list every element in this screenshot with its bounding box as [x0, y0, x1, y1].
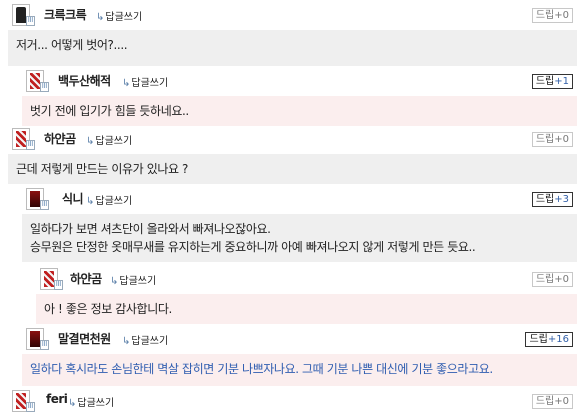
- comment: lll 하얀곰 ↳답글쓰기 드립+0 아 ! 좋은 정보 감사합니다.: [0, 264, 577, 324]
- comment-body: 벗기 전에 입기가 힘들 듯하네요..: [22, 96, 577, 126]
- reply-arrow-icon: ↳: [110, 276, 119, 287]
- comment: lll 식니 ↳답글쓰기 드립+3 일하다가 보면 셔츠단이 올라와서 빠져나오…: [0, 184, 577, 264]
- comment-body: 근데 저렇게 만드는 이유가 있나요 ?: [8, 154, 577, 184]
- comment: lll 하얀곰 ↳답글쓰기 드립+0 근데 저렇게 만드는 이유가 있나요 ?: [0, 124, 577, 184]
- reply-arrow-icon: ↳: [96, 12, 105, 23]
- comment-header: lll 하얀곰 ↳답글쓰기 드립+0: [0, 124, 577, 154]
- drip-badge[interactable]: 드립+0: [531, 132, 573, 147]
- comment-header: lll 말결면천원 ↳답글쓰기 드립+16: [0, 324, 577, 354]
- reply-button[interactable]: ↳답글쓰기: [122, 74, 168, 89]
- comment-text: 일하다가 보면 셔츠단이 올라와서 빠져나오잖아요.: [30, 222, 271, 236]
- comment-author[interactable]: 하얀곰: [70, 270, 102, 287]
- reply-arrow-icon: ↳: [86, 136, 95, 147]
- comment-author[interactable]: 말결면천원: [58, 330, 111, 347]
- comment-text: 근데 저렇게 만드는 이유가 있나요 ?: [16, 162, 189, 176]
- comment-body: 일하다 혹시라도 손님한테 멱살 잡히면 기분 나쁘자나요. 그때 기분 나쁜 …: [22, 354, 577, 386]
- reply-button[interactable]: ↳답글쓰기: [86, 132, 132, 147]
- comment-header: lll 크륵크륵 ↳답글쓰기 드립+0: [0, 0, 577, 30]
- comment-header: lll 식니 ↳답글쓰기 드립+3: [0, 184, 577, 214]
- comment-author[interactable]: 하얀곰: [44, 130, 76, 147]
- drip-badge[interactable]: 드립+3: [531, 192, 573, 207]
- comment: lll feri ↳답글쓰기 드립+0: [0, 386, 577, 419]
- comment-text: 저거... 어떻게 벗어?....: [16, 38, 128, 52]
- comment: lll 말결면천원 ↳답글쓰기 드립+16 일하다 혹시라도 손님한테 멱살 잡…: [0, 324, 577, 386]
- level-icon: lll: [26, 16, 35, 26]
- level-icon: lll: [40, 340, 49, 350]
- comment-body: 일하다가 보면 셔츠단이 올라와서 빠져나오잖아요. 승무원은 단정한 옷매무새…: [22, 214, 577, 262]
- comment-author[interactable]: 백두산해적: [58, 72, 111, 89]
- comment-header: lll feri ↳답글쓰기 드립+0: [0, 386, 577, 416]
- comment-text: 아 ! 좋은 정보 감사합니다.: [44, 302, 172, 316]
- level-icon: lll: [40, 82, 49, 92]
- level-icon: lll: [54, 280, 63, 290]
- reply-arrow-icon: ↳: [122, 336, 131, 347]
- drip-badge[interactable]: 드립+0: [531, 8, 573, 23]
- comment-author[interactable]: 식니: [62, 190, 84, 207]
- level-icon: lll: [26, 402, 35, 412]
- drip-badge[interactable]: 드립+16: [525, 332, 573, 347]
- comment-header: lll 하얀곰 ↳답글쓰기 드립+0: [0, 264, 577, 294]
- comment-author[interactable]: 크륵크륵: [44, 6, 87, 23]
- comment: lll 백두산해적 ↳답글쓰기 드립+1 벗기 전에 입기가 힘들 듯하네요..: [0, 66, 577, 126]
- drip-badge[interactable]: 드립+0: [531, 394, 573, 409]
- reply-button[interactable]: ↳답글쓰기: [122, 332, 168, 347]
- reply-button[interactable]: ↳답글쓰기: [68, 394, 114, 409]
- comment: lll 크륵크륵 ↳답글쓰기 드립+0 저거... 어떻게 벗어?....: [0, 0, 577, 66]
- reply-arrow-icon: ↳: [86, 196, 95, 207]
- reply-button[interactable]: ↳답글쓰기: [96, 8, 142, 23]
- comment-header: lll 백두산해적 ↳답글쓰기 드립+1: [0, 66, 577, 96]
- drip-badge[interactable]: 드립+1: [531, 74, 573, 89]
- comment-body: 아 ! 좋은 정보 감사합니다.: [36, 294, 577, 324]
- comment-text: 일하다 혹시라도 손님한테 멱살 잡히면 기분 나쁘자나요. 그때 기분 나쁜 …: [30, 362, 493, 376]
- reply-arrow-icon: ↳: [68, 398, 77, 409]
- reply-arrow-icon: ↳: [122, 78, 131, 89]
- reply-button[interactable]: ↳답글쓰기: [110, 272, 156, 287]
- comment-body: 저거... 어떻게 벗어?....: [8, 30, 577, 66]
- comment-text: 승무원은 단정한 옷매무새를 유지하는게 중요하니까 아예 빠져나오지 않게 저…: [30, 240, 476, 254]
- comment-author[interactable]: feri: [46, 392, 68, 406]
- comment-text: 벗기 전에 입기가 힘들 듯하네요..: [30, 104, 189, 118]
- drip-badge[interactable]: 드립+0: [531, 272, 573, 287]
- reply-button[interactable]: ↳답글쓰기: [86, 192, 132, 207]
- level-icon: lll: [26, 140, 35, 150]
- level-icon: lll: [40, 200, 49, 210]
